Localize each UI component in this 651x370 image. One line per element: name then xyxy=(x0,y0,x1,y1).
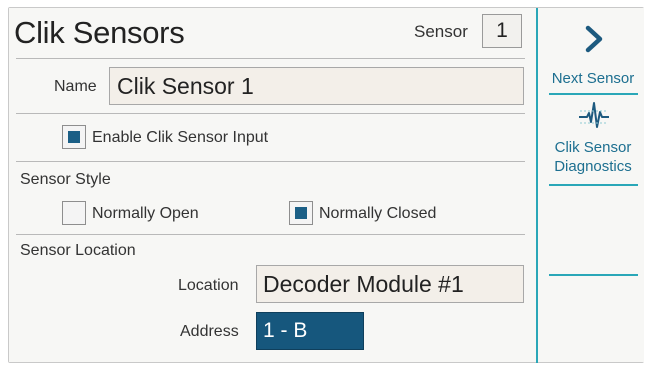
normally-closed-checkbox[interactable] xyxy=(289,201,313,225)
divider xyxy=(16,161,525,162)
location-label: Location xyxy=(178,277,239,294)
address-label: Address xyxy=(180,323,239,340)
divider xyxy=(16,58,525,59)
normally-open-checkbox[interactable] xyxy=(62,201,86,225)
location-field[interactable]: Decoder Module #1 xyxy=(256,265,524,303)
sensor-number-field[interactable]: 1 xyxy=(482,14,522,48)
address-field[interactable]: 1 - B xyxy=(256,312,364,350)
sidebar-underline xyxy=(549,93,638,95)
sensor-number-label: Sensor xyxy=(414,22,468,41)
sensor-location-heading: Sensor Location xyxy=(20,242,136,259)
normally-closed-label: Normally Closed xyxy=(319,205,437,222)
sidebar-underline xyxy=(549,274,638,276)
name-field[interactable]: Clik Sensor 1 xyxy=(109,67,524,105)
page-title: Clik Sensors xyxy=(14,15,185,50)
clik-sensor-diagnostics-line2[interactable]: Diagnostics xyxy=(542,158,644,175)
enable-clik-sensor-checkbox[interactable] xyxy=(62,125,86,149)
chevron-right-icon[interactable] xyxy=(583,24,605,54)
divider xyxy=(16,234,525,235)
enable-clik-sensor-label: Enable Clik Sensor Input xyxy=(92,129,269,146)
clik-sensor-diagnostics-line1[interactable]: Clik Sensor xyxy=(542,139,644,156)
sidebar-underline xyxy=(549,184,638,186)
next-sensor-button[interactable]: Next Sensor xyxy=(542,70,644,87)
pulse-waveform-icon[interactable] xyxy=(578,100,610,130)
sensor-style-heading: Sensor Style xyxy=(20,171,111,188)
name-label: Name xyxy=(54,78,97,95)
normally-open-label: Normally Open xyxy=(92,205,199,222)
divider xyxy=(16,113,525,114)
